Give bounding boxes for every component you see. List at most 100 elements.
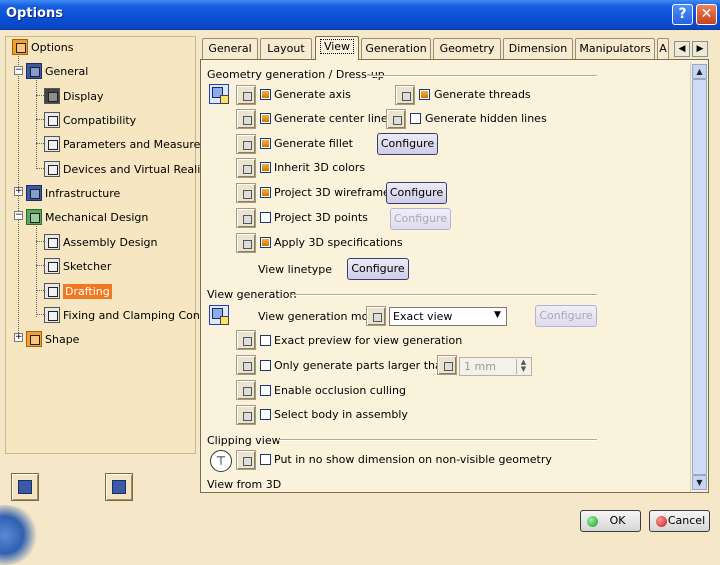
expand-toggle[interactable]: +: [14, 333, 23, 342]
tree-connector: [18, 53, 19, 341]
tree-item-devices-vr[interactable]: Devices and Virtual Reality: [44, 159, 211, 179]
close-button[interactable]: ✕: [696, 4, 717, 25]
sketcher-icon: [44, 258, 60, 274]
lock-apply-specs-button[interactable]: [236, 233, 256, 253]
section-title-clipping: Clipping view: [207, 434, 281, 447]
only-generate-larger-checkbox[interactable]: [260, 360, 271, 371]
inherit-3d-colors-label: Inherit 3D colors: [274, 161, 366, 174]
lock-occlusion-button[interactable]: [236, 380, 256, 400]
assembly-icon: [44, 234, 60, 250]
configure-wireframe-button[interactable]: Configure: [386, 182, 447, 204]
lock-size-threshold-button[interactable]: [437, 355, 457, 375]
spinner-arrows-icon[interactable]: ▲ ▼: [516, 359, 530, 374]
cancel-button[interactable]: Cancel: [649, 510, 710, 532]
reset-options-button[interactable]: [11, 473, 39, 501]
options-tree-icon: [12, 39, 28, 55]
tree-item-label: Display: [63, 89, 104, 103]
scroll-thumb[interactable]: [692, 79, 707, 475]
view-generation-mode-label: View generation mode: [258, 310, 383, 323]
no-show-dimension-label: Put in no show dimension on non-visible …: [274, 453, 552, 466]
tree-item-compatibility[interactable]: Compatibility: [44, 110, 136, 130]
occlusion-culling-checkbox[interactable]: [260, 385, 271, 396]
window-title: Options: [6, 6, 63, 21]
close-icon: ✕: [700, 6, 713, 22]
tree-item-mechanical-design[interactable]: Mechanical Design: [26, 207, 148, 227]
tab-label: Layout: [267, 42, 305, 55]
tab-generation[interactable]: Generation: [361, 38, 431, 59]
project-3d-points-label: Project 3D points: [274, 211, 368, 224]
tree-item-assembly-design[interactable]: Assembly Design: [44, 232, 158, 252]
exact-preview-checkbox[interactable]: [260, 335, 271, 346]
generate-hidden-lines-label: Generate hidden lines: [425, 112, 547, 125]
cancel-status-icon: [656, 516, 667, 527]
tree-connector: [36, 314, 44, 315]
shape-icon: [26, 331, 42, 347]
project-3d-points-checkbox[interactable]: [260, 212, 271, 223]
tree-item-parameters-measure[interactable]: Parameters and Measure: [44, 134, 200, 154]
generate-fillet-checkbox[interactable]: [260, 138, 271, 149]
mechanical-design-icon: [26, 209, 42, 225]
generate-hidden-lines-checkbox[interactable]: [410, 113, 421, 124]
lock-fillet-button[interactable]: [236, 134, 256, 154]
collapse-toggle[interactable]: −: [14, 66, 23, 75]
help-button[interactable]: ?: [672, 4, 693, 25]
lock-no-show-button[interactable]: [236, 450, 256, 470]
tree-item-infrastructure[interactable]: Infrastructure: [26, 183, 120, 203]
tree-item-options[interactable]: Options: [12, 37, 73, 57]
separator: [279, 439, 597, 441]
project-3d-wireframe-checkbox[interactable]: [260, 187, 271, 198]
lock-options-button[interactable]: [105, 473, 133, 501]
chevron-left-icon: ◀: [678, 44, 686, 54]
generate-center-lines-checkbox[interactable]: [260, 113, 271, 124]
ok-button[interactable]: OK: [580, 510, 641, 532]
lock-only-larger-button[interactable]: [236, 355, 256, 375]
tab-annotation[interactable]: A: [657, 38, 669, 59]
tab-scroll-left-button[interactable]: ◀: [674, 41, 690, 57]
lock-select-body-button[interactable]: [236, 405, 256, 425]
compatibility-icon: [44, 112, 60, 128]
view-settings-panel: Geometry generation / Dress-up Generate …: [200, 59, 709, 493]
view-generation-mode-value: Exact view: [393, 310, 453, 323]
tab-manipulators[interactable]: Manipulators: [575, 38, 655, 59]
lock-project-points-button[interactable]: [236, 208, 256, 228]
lock-generate-threads-button[interactable]: [395, 85, 415, 105]
apply-3d-specifications-checkbox[interactable]: [260, 237, 271, 248]
lock-view-generation-mode-button[interactable]: [366, 306, 386, 326]
scroll-up-button[interactable]: ▲: [692, 64, 707, 79]
tab-geometry[interactable]: Geometry: [433, 38, 501, 59]
configure-points-button[interactable]: Configure: [390, 208, 451, 230]
lock-project-wireframe-button[interactable]: [236, 183, 256, 203]
configure-fillet-button[interactable]: Configure: [377, 133, 438, 155]
tree-item-fixing-clamping[interactable]: Fixing and Clamping Concep: [44, 305, 220, 325]
scroll-down-button[interactable]: ▼: [692, 475, 707, 490]
tree-item-shape[interactable]: Shape: [26, 329, 79, 349]
chevron-up-icon: ▲: [696, 67, 703, 76]
lock-inherit-colors-button[interactable]: [236, 158, 256, 178]
lock-exact-preview-button[interactable]: [236, 330, 256, 350]
configure-linetype-button[interactable]: Configure: [347, 258, 409, 280]
tab-scroll-right-button[interactable]: ▶: [692, 41, 708, 57]
view-generation-mode-select[interactable]: Exact view ▼: [389, 307, 507, 326]
vertical-scrollbar[interactable]: ▲ ▼: [690, 62, 707, 492]
tree-item-drafting[interactable]: Drafting: [44, 281, 112, 301]
configure-view-mode-button[interactable]: Configure: [535, 305, 597, 327]
collapse-toggle[interactable]: −: [14, 211, 23, 220]
no-show-dimension-checkbox[interactable]: [260, 454, 271, 465]
inherit-3d-colors-checkbox[interactable]: [260, 162, 271, 173]
tab-layout[interactable]: Layout: [260, 38, 312, 59]
lock-center-lines-button[interactable]: [236, 109, 256, 129]
tree-item-general[interactable]: General: [26, 61, 88, 81]
tab-dimension[interactable]: Dimension: [503, 38, 573, 59]
generate-axis-checkbox[interactable]: [260, 89, 271, 100]
tree-connector: [36, 95, 44, 96]
lock-hidden-lines-button[interactable]: [386, 109, 406, 129]
expand-toggle[interactable]: +: [14, 187, 23, 196]
generate-threads-checkbox[interactable]: [419, 89, 430, 100]
tab-view[interactable]: View: [315, 36, 359, 60]
size-threshold-spinner[interactable]: 1 mm ▲ ▼: [459, 357, 532, 376]
tree-item-sketcher[interactable]: Sketcher: [44, 256, 111, 276]
tree-item-display[interactable]: Display: [44, 86, 104, 106]
lock-generate-axis-button[interactable]: [236, 85, 256, 105]
tab-general[interactable]: General: [202, 38, 258, 59]
select-body-checkbox[interactable]: [260, 409, 271, 420]
